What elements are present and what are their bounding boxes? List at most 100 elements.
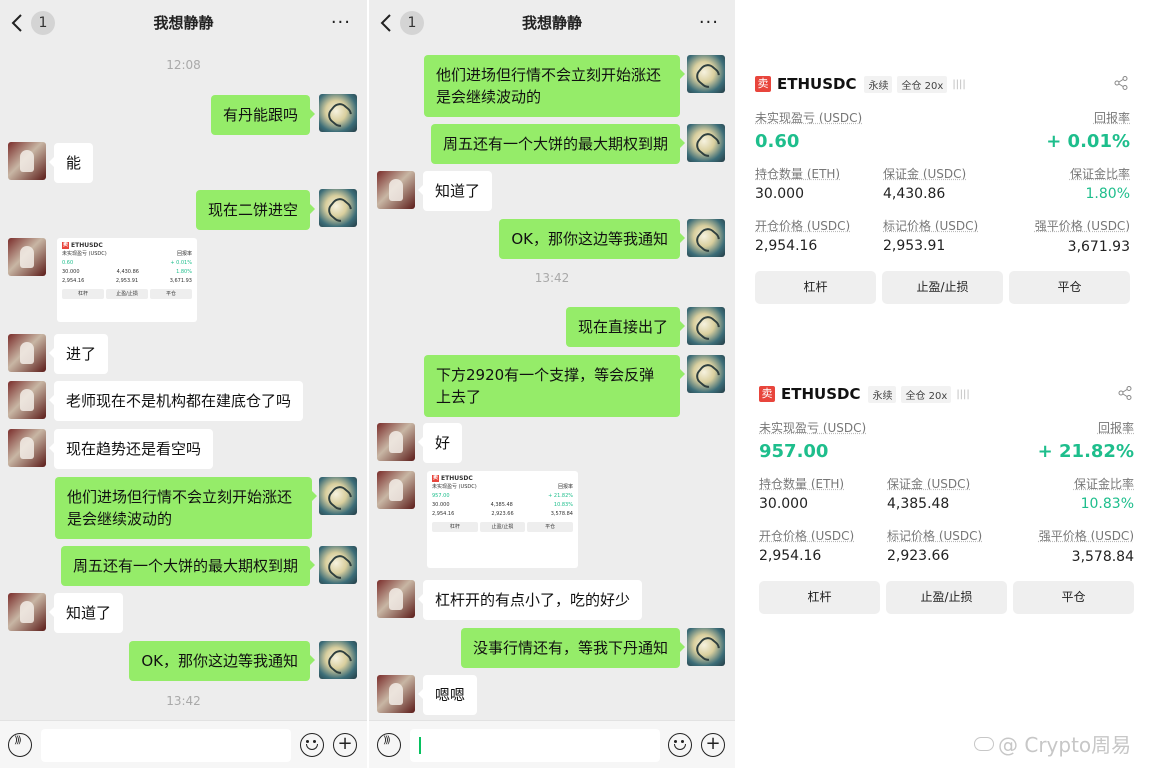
message-bubble-received[interactable]: 能 <box>48 143 94 183</box>
voice-input-icon[interactable] <box>377 733 401 757</box>
message-bubble-received[interactable]: 好 <box>417 423 463 463</box>
message-bubble-received[interactable]: 进了 <box>48 334 109 374</box>
tp-sl-button[interactable]: 止盈/止损 <box>882 271 1003 304</box>
message-bubble-sent[interactable]: 没事行情还有，等我下丹通知 <box>460 628 686 668</box>
tp-sl-button[interactable]: 止盈/止损 <box>886 581 1007 614</box>
margin-label[interactable]: 保证金 (USDC) <box>887 475 970 492</box>
my-avatar[interactable] <box>319 189 357 227</box>
share-icon[interactable] <box>1118 386 1132 400</box>
thumb-pnl: 0.60 <box>62 260 74 266</box>
mark-price-label[interactable]: 标记价格 (USDC) <box>887 527 982 544</box>
message-bubble-received[interactable]: 现在趋势还是看空吗 <box>48 429 214 469</box>
message-input[interactable] <box>41 729 291 762</box>
message-bubble-sent[interactable]: 下方2920有一个支撑，等会反弹上去了 <box>424 355 685 417</box>
position-size-value: 30.000 <box>755 186 804 202</box>
contact-avatar[interactable] <box>8 238 46 276</box>
my-avatar[interactable] <box>319 477 357 515</box>
position-size-label[interactable]: 持仓数量 (ETH) <box>759 475 844 492</box>
thumb-roi: + 21.82% <box>548 493 573 499</box>
contact-avatar[interactable] <box>377 675 415 713</box>
close-position-button[interactable]: 平仓 <box>1013 581 1134 614</box>
liquidation-price-label[interactable]: 强平价格 (USDC) <box>1039 527 1134 544</box>
my-avatar[interactable] <box>687 307 725 345</box>
roi-value: + 0.01% <box>1046 131 1130 152</box>
message-bubble-received[interactable]: 知道了 <box>417 171 493 211</box>
roi-value: + 21.82% <box>1037 441 1134 462</box>
my-avatar[interactable] <box>687 628 725 666</box>
thumb-side: 卖 <box>62 242 70 249</box>
roi-label[interactable]: 回报率 <box>1098 419 1134 436</box>
leverage-button[interactable]: 杠杆 <box>759 581 880 614</box>
message-bubble-sent[interactable]: 周五还有一个大饼的最大期权到期 <box>430 124 686 164</box>
message-bubble-sent[interactable]: 现在二饼进空 <box>195 190 316 230</box>
emoji-icon[interactable] <box>668 733 692 757</box>
thumb-roi: + 0.01% <box>170 260 192 266</box>
share-icon[interactable] <box>1114 76 1128 90</box>
message-bubble-received[interactable]: 老师现在不是机构都在建底仓了吗 <box>48 381 304 421</box>
voice-input-icon[interactable] <box>8 733 32 757</box>
my-avatar[interactable] <box>687 55 725 93</box>
position-card-2: 卖 ETHUSDC 永续 全仓 20x |||| 未实现盈亏 (USDC) 回报… <box>756 384 1146 624</box>
timestamp: 13:42 <box>534 271 570 285</box>
contact-avatar[interactable] <box>377 171 415 209</box>
message-bubble-sent[interactable]: 有丹能跟吗 <box>210 95 316 135</box>
roi-label[interactable]: 回报率 <box>1094 109 1130 126</box>
more-options-icon[interactable]: ··· <box>699 12 719 33</box>
input-bar: + <box>0 720 367 768</box>
entry-price-label[interactable]: 开仓价格 (USDC) <box>755 217 850 234</box>
thumb-margin-ratio: 1.80% <box>176 269 192 275</box>
margin-mode-tag[interactable]: 全仓 20x <box>901 385 952 403</box>
close-position-button[interactable]: 平仓 <box>1009 271 1130 304</box>
message-bubble-received[interactable]: 杠杆开的有点小了，吃的好少 <box>417 580 643 620</box>
my-avatar[interactable] <box>319 641 357 679</box>
margin-label[interactable]: 保证金 (USDC) <box>883 165 966 182</box>
leverage-button[interactable]: 杠杆 <box>755 271 876 304</box>
contact-avatar[interactable] <box>8 593 46 631</box>
message-bubble-received[interactable]: 知道了 <box>48 593 124 633</box>
my-avatar[interactable] <box>687 355 725 393</box>
contact-avatar[interactable] <box>377 471 415 509</box>
position-screenshot-thumbnail[interactable]: 卖 ETHUSDC 未实现盈亏 (USDC) 回报率 957.00 + 21.82% … <box>427 471 578 568</box>
message-bubble-received[interactable]: 嗯嗯 <box>417 675 478 715</box>
my-avatar[interactable] <box>687 124 725 162</box>
liquidation-price-label[interactable]: 强平价格 (USDC) <box>1035 217 1130 234</box>
more-actions-plus-icon[interactable]: + <box>333 733 357 757</box>
mark-price-label[interactable]: 标记价格 (USDC) <box>883 217 978 234</box>
chat-title: 我想静静 <box>153 14 214 32</box>
message-bubble-sent[interactable]: OK，那你这边等我通知 <box>499 219 685 259</box>
margin-ratio-label[interactable]: 保证金比率 <box>1074 475 1134 492</box>
emoji-icon[interactable] <box>300 733 324 757</box>
thumb-margin: 4,385.48 <box>490 502 513 508</box>
thumb-leverage-button: 杠杆 <box>62 289 104 299</box>
symbol-label[interactable]: ETHUSDC <box>781 385 860 403</box>
message-bubble-sent[interactable]: 他们进场但行情不会立刻开始涨还是会继续波动的 <box>55 477 317 539</box>
more-options-icon[interactable]: ··· <box>331 12 351 33</box>
symbol-label[interactable]: ETHUSDC <box>777 75 856 93</box>
my-avatar[interactable] <box>687 219 725 257</box>
message-bubble-sent[interactable]: 周五还有一个大饼的最大期权到期 <box>60 546 316 586</box>
margin-ratio-label[interactable]: 保证金比率 <box>1070 165 1130 182</box>
unrealized-pnl-label[interactable]: 未实现盈亏 (USDC) <box>759 419 866 436</box>
contact-avatar[interactable] <box>377 423 415 461</box>
thumb-title: 卖 ETHUSDC <box>432 475 573 482</box>
thumb-size: 30.000 <box>62 269 80 275</box>
unrealized-pnl-label[interactable]: 未实现盈亏 (USDC) <box>755 109 862 126</box>
timestamp: 13:42 <box>166 694 201 708</box>
contact-avatar[interactable] <box>8 142 46 180</box>
message-bubble-sent[interactable]: 现在直接出了 <box>565 307 686 347</box>
margin-mode-tag[interactable]: 全仓 20x <box>897 75 948 93</box>
message-bubble-sent[interactable]: 他们进场但行情不会立刻开始涨还是会继续波动的 <box>424 55 685 117</box>
contact-avatar[interactable] <box>8 381 46 419</box>
entry-price-label[interactable]: 开仓价格 (USDC) <box>759 527 854 544</box>
contact-avatar[interactable] <box>8 334 46 372</box>
position-screenshot-thumbnail[interactable]: 卖 ETHUSDC 未实现盈亏 (USDC) 回报率 0.60 + 0.01% 30.… <box>57 238 197 322</box>
my-avatar[interactable] <box>319 546 357 584</box>
position-size-label[interactable]: 持仓数量 (ETH) <box>755 165 840 182</box>
my-avatar[interactable] <box>319 94 357 132</box>
message-input[interactable] <box>410 729 660 762</box>
contact-avatar[interactable] <box>377 580 415 618</box>
message-bubble-sent[interactable]: OK，那你这边等我通知 <box>129 641 315 681</box>
thumb-mark: 2,923.66 <box>491 511 514 517</box>
more-actions-plus-icon[interactable]: + <box>701 733 725 757</box>
contact-avatar[interactable] <box>8 429 46 467</box>
